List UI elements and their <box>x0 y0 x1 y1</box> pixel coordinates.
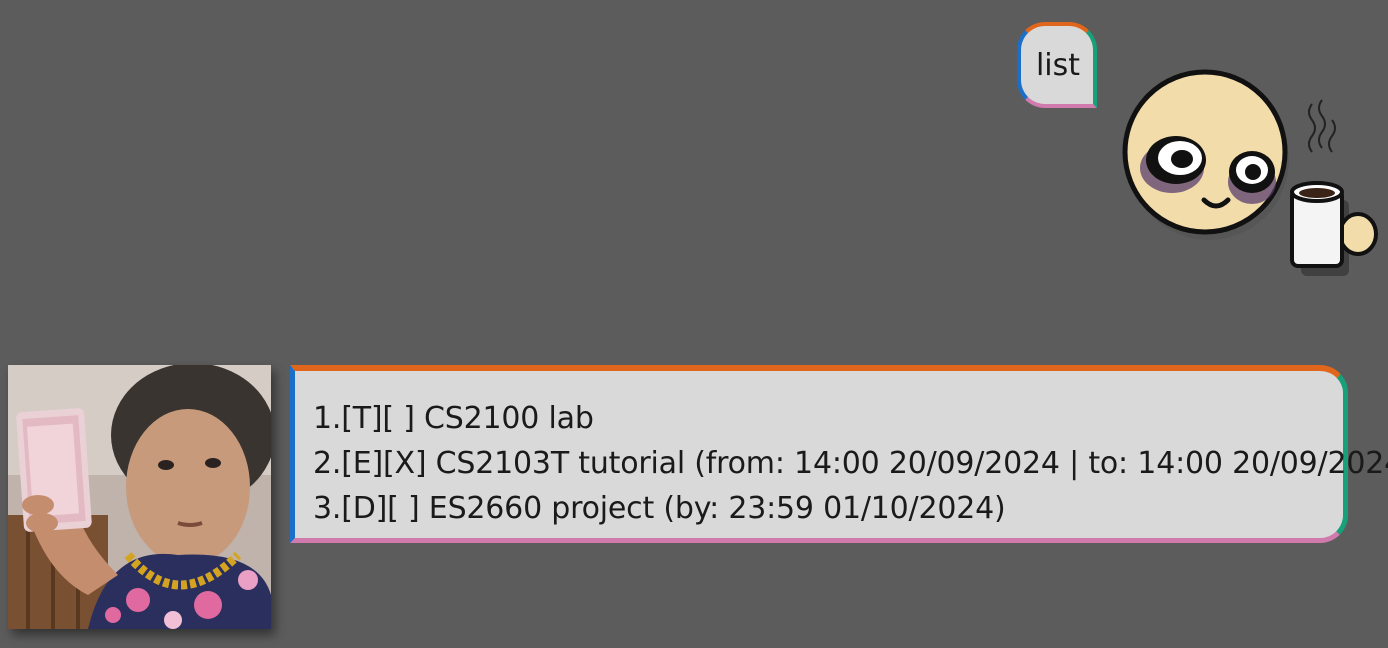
task-list-item: 3.[D][ ] ES2660 project (by: 23:59 01/10… <box>313 491 1006 526</box>
task-list-item: 1.[T][ ] CS2100 lab <box>313 401 594 436</box>
user-message-text: list <box>1035 47 1081 83</box>
tired-face-with-coffee-icon <box>1122 69 1378 276</box>
bot-message-bubble: 1.[T][ ] CS2100 lab 2.[E][X] CS2103T tut… <box>290 365 1388 543</box>
task-list-item: 2.[E][X] CS2103T tutorial (from: 14:00 2… <box>313 446 1388 481</box>
bot-avatar <box>8 365 271 629</box>
woman-holding-money-photo-icon <box>8 365 271 629</box>
user-message-bubble: list <box>1017 22 1097 108</box>
user-avatar <box>1112 62 1388 288</box>
